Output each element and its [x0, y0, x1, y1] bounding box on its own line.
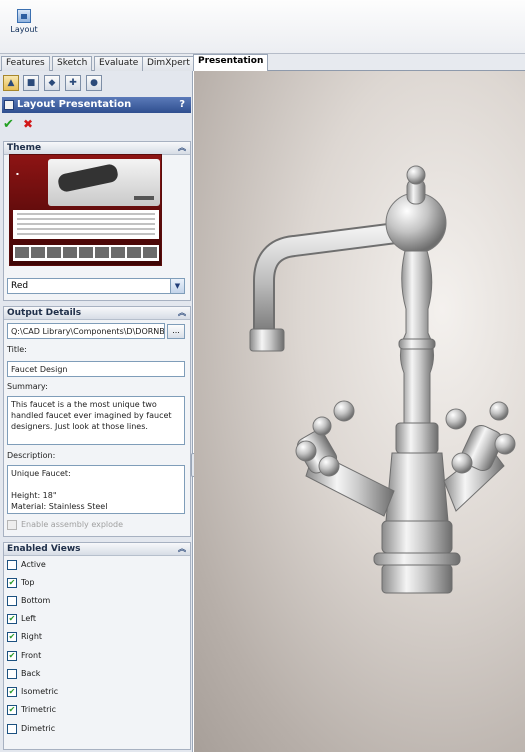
view-checkbox-dimetric[interactable]: Dimetric [7, 723, 55, 737]
checkbox-box[interactable] [7, 724, 17, 734]
chevron-down-icon[interactable]: ▼ [170, 279, 184, 293]
view-checkbox-active[interactable]: Active [7, 559, 46, 573]
output-details-section: Output Details ︽ Q:\CAD Library\Componen… [3, 306, 191, 537]
view-label: Back [21, 669, 41, 678]
view-checkbox-isometric[interactable]: ✔ Isometric [7, 686, 58, 700]
dimxpert-icon[interactable]: ✚ [65, 75, 81, 91]
checkbox-box[interactable] [7, 596, 17, 606]
collapse-icon[interactable]: ︽ [178, 142, 186, 154]
summary-field[interactable]: This faucet is a the most unique two han… [7, 396, 185, 445]
checkbox-box[interactable] [7, 669, 17, 679]
view-checkbox-trimetric[interactable]: ✔ Trimetric [7, 704, 56, 718]
collapse-icon[interactable]: ︽ [178, 307, 186, 319]
description-label: Description: [7, 451, 56, 460]
theme-preview-image: ▪ [9, 154, 162, 266]
checkmark-icon[interactable]: ✔ [7, 705, 17, 715]
feature-tree-icon[interactable]: ▲ [3, 75, 19, 91]
tab-presentation[interactable]: Presentation [193, 54, 269, 71]
command-toolbar: Layout [0, 0, 525, 54]
property-manager: ▲ ■ ◆ ✚ ● Layout Presentation ? ✔ ✖ Them… [0, 71, 193, 752]
preview-text-block [13, 210, 159, 239]
collapse-icon[interactable]: ︽ [178, 543, 186, 555]
preview-logo: ▪ [16, 171, 19, 176]
enabled-views-header[interactable]: Enabled Views ︽ [4, 543, 190, 556]
theme-dropdown[interactable]: Red ▼ [7, 278, 185, 294]
configuration-icon[interactable]: ◆ [44, 75, 60, 91]
ok-button[interactable]: ✔ [3, 117, 14, 132]
panel-title-bar: Layout Presentation ? [2, 97, 191, 113]
view-label: Dimetric [21, 724, 56, 733]
title-field[interactable]: Faucet Design [7, 361, 185, 377]
graphics-viewport[interactable] [194, 71, 525, 752]
browse-button[interactable]: ... [167, 324, 185, 339]
tab-evaluate[interactable]: Evaluate [94, 56, 144, 71]
summary-label: Summary: [7, 382, 48, 391]
view-label: Trimetric [21, 705, 56, 714]
tab-sketch[interactable]: Sketch [52, 56, 93, 71]
help-icon[interactable]: ? [179, 97, 185, 113]
view-checkbox-left[interactable]: ✔ Left [7, 613, 36, 627]
left-handle [295, 400, 355, 477]
enable-explode-checkbox: Enable assembly explode [7, 519, 123, 533]
view-checkbox-bottom[interactable]: Bottom [7, 595, 50, 609]
enabled-views-section: Enabled Views ︽ Active ✔ Top Bottom ✔ Left… [3, 542, 191, 750]
output-path-field[interactable]: Q:\CAD Library\Components\D\DORNBR/ [7, 323, 165, 339]
view-label: Top [21, 578, 35, 587]
output-details-header[interactable]: Output Details ︽ [4, 307, 190, 320]
tab-dimxpert[interactable]: DimXpert [142, 56, 195, 71]
preview-thumbnail-strip [13, 245, 159, 261]
checkmark-icon[interactable]: ✔ [7, 632, 17, 642]
tab-bar: Features Sketch Evaluate DimXpert Presen… [0, 54, 525, 71]
property-manager-icon[interactable]: ■ [23, 75, 39, 91]
theme-section: Theme ︽ ▪ Red ▼ [3, 141, 191, 301]
checkmark-icon[interactable]: ✔ [7, 651, 17, 661]
view-checkbox-top[interactable]: ✔ Top [7, 577, 35, 591]
view-label: Isometric [21, 687, 59, 696]
cancel-button[interactable]: ✖ [23, 117, 33, 131]
view-checkbox-right[interactable]: ✔ Right [7, 631, 42, 645]
view-checkbox-back[interactable]: Back [7, 668, 40, 682]
view-label: Left [21, 614, 37, 623]
layout-label: Layout [10, 25, 38, 34]
enabled-views-label: Enabled Views [7, 544, 81, 554]
layout-icon [17, 9, 31, 23]
title-label: Title: [7, 345, 27, 354]
layout-button[interactable]: Layout [6, 6, 42, 34]
layout-presentation-icon [4, 100, 14, 110]
faucet-model [249, 165, 516, 594]
checkbox-box [7, 520, 17, 530]
output-details-label: Output Details [7, 308, 82, 318]
checkmark-icon[interactable]: ✔ [7, 578, 17, 588]
view-label: Bottom [21, 596, 51, 605]
checkmark-icon[interactable]: ✔ [7, 614, 17, 624]
right-handle [445, 401, 516, 474]
view-checkbox-front[interactable]: ✔ Front [7, 650, 41, 664]
preview-hero [48, 159, 160, 206]
enable-explode-label: Enable assembly explode [21, 520, 124, 529]
checkmark-icon[interactable]: ✔ [7, 687, 17, 697]
display-manager-icon[interactable]: ● [86, 75, 102, 91]
checkbox-box[interactable] [7, 560, 17, 570]
theme-header-label: Theme [7, 143, 42, 153]
panel-title: Layout Presentation [17, 99, 132, 110]
description-field[interactable]: Unique Faucet: Height: 18" Material: Sta… [7, 465, 185, 514]
theme-dropdown-value: Red [11, 281, 29, 291]
view-label: Right [21, 632, 43, 641]
tab-features[interactable]: Features [1, 56, 50, 71]
view-label: Active [21, 560, 46, 569]
view-label: Front [21, 651, 42, 660]
